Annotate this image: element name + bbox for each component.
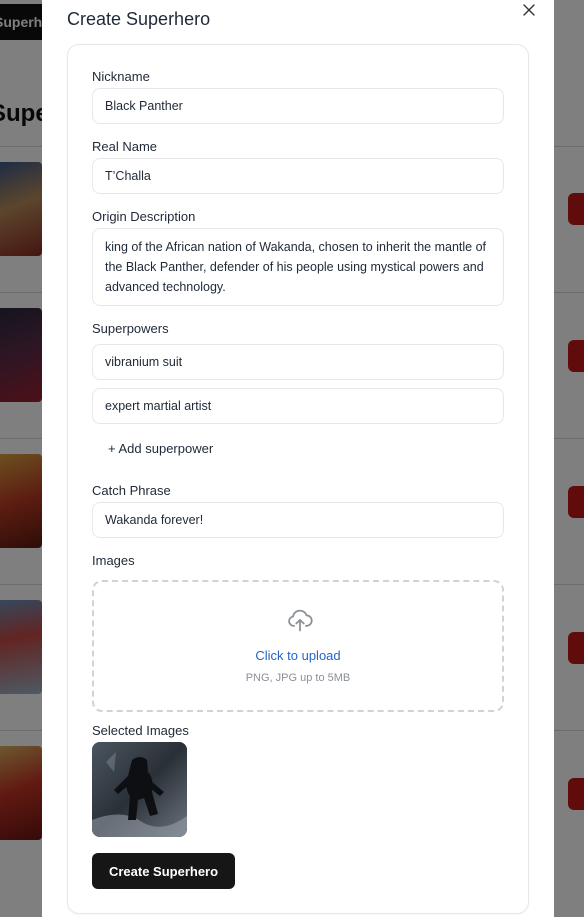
origin-description-label: Origin Description: [92, 209, 196, 224]
create-superhero-modal: Create Superhero Nickname Black Panther …: [42, 0, 554, 917]
image-upload-dropzone[interactable]: Click to upload PNG, JPG up to 5MB: [92, 580, 504, 712]
upload-cloud-icon: [288, 609, 313, 632]
catch-phrase-input[interactable]: Wakanda forever!: [92, 502, 504, 538]
click-to-upload-link[interactable]: Click to upload: [94, 648, 502, 663]
real-name-input[interactable]: T’Challa: [92, 158, 504, 194]
selected-images-label: Selected Images: [92, 723, 189, 738]
superhero-form: Nickname Black Panther Real Name T’Chall…: [67, 44, 529, 914]
images-label: Images: [92, 553, 135, 568]
superpower-input[interactable]: vibranium suit: [92, 344, 504, 380]
nickname-input[interactable]: Black Panther: [92, 88, 504, 124]
add-superpower-button[interactable]: + Add superpower: [108, 441, 213, 456]
create-superhero-button[interactable]: Create Superhero: [92, 853, 235, 889]
superpower-input[interactable]: expert martial artist: [92, 388, 504, 424]
modal-title: Create Superhero: [67, 9, 211, 29]
superpowers-label: Superpowers: [92, 321, 169, 336]
catch-phrase-label: Catch Phrase: [92, 483, 171, 498]
selected-image-thumbnail[interactable]: [92, 742, 187, 837]
nickname-label: Nickname: [92, 69, 150, 84]
origin-description-textarea[interactable]: king of the African nation of Wakanda, c…: [92, 228, 504, 306]
upload-hint: PNG, JPG up to 5MB: [245, 672, 351, 684]
close-icon[interactable]: [520, 0, 538, 18]
real-name-label: Real Name: [92, 139, 158, 154]
